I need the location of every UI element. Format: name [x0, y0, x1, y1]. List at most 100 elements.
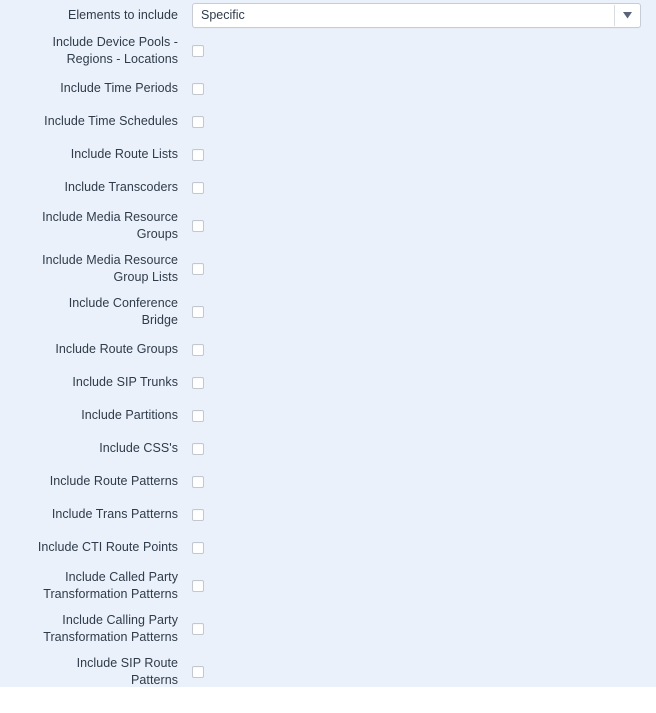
include-option-label: Include SIP Trunks: [0, 374, 178, 391]
include-option-label: Include Called Party Transformation Patte…: [0, 569, 178, 603]
include-option-label: Include Route Lists: [0, 146, 178, 163]
include-option-control: [178, 181, 656, 194]
include-option-label-line: Groups: [136, 226, 178, 241]
include-option-row: Include Called Party Transformation Patte…: [0, 564, 656, 607]
include-option-checkbox[interactable]: [192, 622, 204, 635]
include-option-row: Include SIP Trunks: [0, 366, 656, 399]
elements-to-include-select[interactable]: Specific: [192, 2, 641, 28]
include-option-checkbox[interactable]: [192, 541, 204, 554]
include-option-row: Include Transcoders: [0, 171, 656, 204]
elements-to-include-control: Specific: [178, 2, 656, 28]
include-option-label-line: Include SIP Trunks: [72, 375, 178, 389]
include-option-label-line: Include Route Lists: [70, 147, 178, 161]
include-option-label-line: Include Trans Patterns: [51, 507, 178, 521]
include-option-checkbox[interactable]: [192, 665, 204, 678]
include-option-checkbox[interactable]: [192, 305, 204, 318]
include-option-control: [178, 579, 656, 592]
include-option-row: Include Trans Patterns: [0, 498, 656, 531]
include-option-control: [178, 622, 656, 635]
include-option-label: Include Calling Party Transformation Patt…: [0, 612, 178, 646]
include-option-row: Include CTI Route Points: [0, 531, 656, 564]
include-option-label-line: Include Media Resource: [42, 209, 178, 224]
include-option-checkbox[interactable]: [192, 44, 204, 57]
include-option-control: [178, 148, 656, 161]
include-option-control: [178, 305, 656, 318]
include-option-control: [178, 343, 656, 356]
include-option-control: [178, 262, 656, 275]
include-option-control: [178, 115, 656, 128]
include-option-row: Include Conference Bridge: [0, 290, 656, 333]
include-option-label-line: Include Media Resource: [42, 252, 178, 267]
include-option-label: Include CTI Route Points: [0, 539, 178, 556]
include-option-checkbox[interactable]: [192, 442, 204, 455]
include-option-control: [178, 82, 656, 95]
elements-to-include-selected-value: Specific: [201, 7, 245, 22]
include-option-label-line: Include Conference: [68, 295, 178, 310]
include-option-label: Include Time Periods: [0, 80, 178, 97]
include-option-checkbox[interactable]: [192, 262, 204, 275]
include-option-row: Include SIP Route Patterns: [0, 650, 656, 693]
include-option-checkbox[interactable]: [192, 579, 204, 592]
include-option-label: Include Transcoders: [0, 179, 178, 196]
include-option-row: Include Route Patterns: [0, 465, 656, 498]
include-option-control: [178, 508, 656, 521]
include-option-checkbox[interactable]: [192, 82, 204, 95]
include-option-row: Include Partitions: [0, 399, 656, 432]
include-option-control: [178, 475, 656, 488]
include-option-label-line: Include Time Schedules: [44, 114, 178, 128]
include-option-row: Include Calling Party Transformation Patt…: [0, 607, 656, 650]
include-option-label-line: Include Called Party: [65, 569, 178, 584]
include-option-label: Include Trans Patterns: [0, 506, 178, 523]
include-option-control: [178, 409, 656, 422]
include-option-checkbox[interactable]: [192, 475, 204, 488]
include-option-label-line: Regions - Locations: [66, 51, 178, 66]
include-option-checkbox[interactable]: [192, 181, 204, 194]
include-option-row: Include Route Groups: [0, 333, 656, 366]
elements-to-include-row: Elements to include Specific: [0, 0, 656, 29]
include-option-row: Include Media Resource Groups: [0, 204, 656, 247]
include-option-label-line: Include Route Groups: [55, 342, 178, 356]
include-option-checkbox[interactable]: [192, 376, 204, 389]
include-option-label-line: Include SIP Route: [76, 655, 178, 670]
include-option-control: [178, 541, 656, 554]
include-option-label: Include Partitions: [0, 407, 178, 424]
include-option-checkbox[interactable]: [192, 115, 204, 128]
elements-to-include-label: Elements to include: [67, 7, 178, 22]
include-option-label-line: Include Route Patterns: [49, 474, 178, 488]
include-option-label-line: Bridge: [141, 312, 178, 327]
include-option-label-line: Include Time Periods: [60, 81, 178, 95]
include-option-label: Include Conference Bridge: [0, 295, 178, 329]
include-option-checkbox[interactable]: [192, 219, 204, 232]
include-option-label-line: Include Device Pools -: [52, 34, 178, 49]
include-option-checkbox[interactable]: [192, 148, 204, 161]
include-option-control: [178, 219, 656, 232]
elements-to-include-panel: Elements to include Specific Include Dev…: [0, 0, 656, 687]
include-option-label-line: Include CTI Route Points: [37, 540, 178, 554]
include-option-control: [178, 442, 656, 455]
include-option-label: Include Time Schedules: [0, 113, 178, 130]
include-option-label-line: Group Lists: [113, 269, 178, 284]
include-option-label: Include Device Pools - Regions - Location…: [0, 34, 178, 68]
include-option-label: Include Route Groups: [0, 341, 178, 358]
include-option-row: Include CSS's: [0, 432, 656, 465]
include-option-checkbox[interactable]: [192, 343, 204, 356]
include-option-row: Include Device Pools - Regions - Location…: [0, 29, 656, 72]
include-option-label-line: Patterns: [131, 672, 178, 687]
include-option-label-line: Include Partitions: [81, 408, 178, 422]
include-option-row: Include Route Lists: [0, 138, 656, 171]
include-option-row: Include Time Periods: [0, 72, 656, 105]
include-option-label-line: Transformation Patterns: [43, 586, 178, 601]
include-options-list: Include Device Pools - Regions - Location…: [0, 29, 656, 693]
include-option-control: [178, 376, 656, 389]
include-option-label: Include SIP Route Patterns: [0, 655, 178, 689]
include-option-label-line: Include Transcoders: [64, 180, 178, 194]
include-option-checkbox[interactable]: [192, 508, 204, 521]
include-option-row: Include Time Schedules: [0, 105, 656, 138]
include-option-label: Include Media Resource Groups: [0, 209, 178, 243]
include-option-label: Include Route Patterns: [0, 473, 178, 490]
include-option-label: Include CSS's: [0, 440, 178, 457]
include-option-control: [178, 665, 656, 678]
include-option-row: Include Media Resource Group Lists: [0, 247, 656, 290]
include-option-checkbox[interactable]: [192, 409, 204, 422]
chevron-down-icon[interactable]: [615, 4, 640, 27]
